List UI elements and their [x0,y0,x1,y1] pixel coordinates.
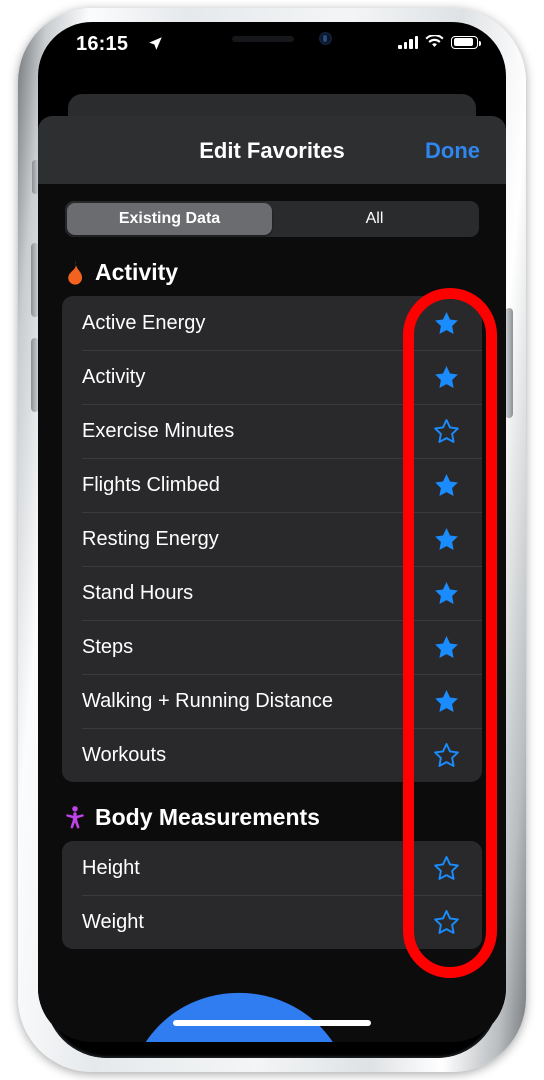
table-row[interactable]: Walking + Running Distance [62,674,482,728]
row-label: Activity [82,365,146,388]
table-row[interactable]: Exercise Minutes [62,404,482,458]
tab-all[interactable]: All [272,203,477,235]
cellular-signal-icon [398,35,418,49]
table-row[interactable]: Flights Climbed [62,458,482,512]
table-row[interactable]: Workouts [62,728,482,782]
table-row[interactable]: Height [62,841,482,895]
star-filled-icon[interactable] [433,580,460,607]
star-outline-icon[interactable] [433,418,460,445]
sheet-content: Activity Active Energy Activity Exercise… [38,237,506,1042]
star-outline-icon[interactable] [433,855,460,882]
table-row[interactable]: Stand Hours [62,566,482,620]
table-row[interactable]: Steps [62,620,482,674]
row-label: Walking + Running Distance [82,689,334,712]
earpiece-speaker-icon [232,36,294,42]
activity-list: Active Energy Activity Exercise Minutes [62,296,482,782]
body-figure-icon [66,805,84,828]
front-camera-icon [319,32,332,45]
flame-icon [68,260,83,285]
segmented-control-wrapper: Existing Data All [38,184,506,237]
section-header-hearing: Hearing [62,949,482,1042]
location-arrow-icon [149,37,162,50]
body-measurements-list: Height Weight [62,841,482,949]
star-filled-icon[interactable] [433,688,460,715]
edit-favorites-sheet: Edit Favorites Done Existing Data All Ac… [38,116,506,1042]
segmented-control[interactable]: Existing Data All [65,201,479,237]
table-row[interactable]: Active Energy [62,296,482,350]
status-bar-time: 16:15 [76,33,129,55]
battery-icon [451,35,481,49]
status-bar-indicators [398,35,481,49]
row-label: Steps [82,635,134,658]
row-label: Stand Hours [82,581,194,604]
star-filled-icon[interactable] [433,310,460,337]
power-button[interactable] [505,308,513,418]
row-label: Active Energy [82,311,206,334]
done-button[interactable]: Done [425,138,480,164]
tab-existing-data[interactable]: Existing Data [67,203,272,235]
row-label: Flights Climbed [82,473,220,496]
phone-screen: 16:15 Edit Favorites Done Existing Data … [38,22,506,1042]
row-label: Resting Energy [82,527,219,550]
star-filled-icon[interactable] [433,472,460,499]
phone-notch [188,22,356,52]
star-filled-icon[interactable] [433,526,460,553]
section-header-body-measurements: Body Measurements [62,782,482,841]
star-outline-icon[interactable] [433,909,460,936]
ear-icon [145,992,333,1042]
row-label: Workouts [82,743,167,766]
wifi-icon [425,35,444,47]
star-outline-icon[interactable] [433,742,460,769]
star-filled-icon[interactable] [433,364,460,391]
row-label: Exercise Minutes [82,419,235,442]
section-header-activity: Activity [62,237,482,296]
screenshot-stage: 16:15 Edit Favorites Done Existing Data … [0,0,544,1080]
sheet-header: Edit Favorites Done [38,116,506,184]
home-indicator[interactable] [173,1020,371,1026]
row-label: Height [82,856,140,879]
section-title: Activity [95,259,179,285]
table-row[interactable]: Activity [62,350,482,404]
star-filled-icon[interactable] [433,634,460,661]
table-row[interactable]: Resting Energy [62,512,482,566]
section-title: Body Measurements [95,804,320,830]
row-label: Weight [82,910,144,933]
table-row[interactable]: Weight [62,895,482,949]
